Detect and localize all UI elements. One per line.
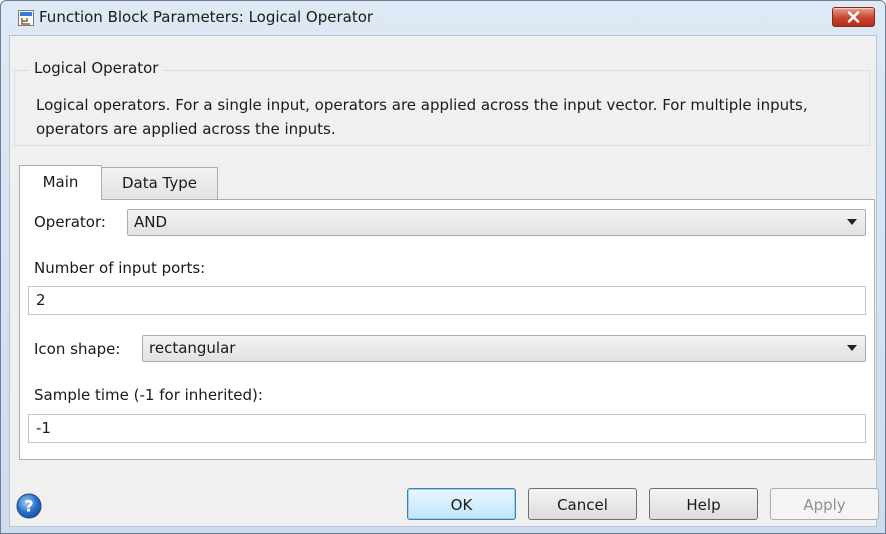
operator-select[interactable]: AND bbox=[127, 209, 866, 236]
num-ports-label: Number of input ports: bbox=[34, 259, 206, 277]
help-button[interactable]: Help bbox=[649, 488, 758, 520]
tab-panel-main: Operator: AND Number of input ports: 2 I… bbox=[19, 199, 875, 460]
help-question-icon[interactable]: ? bbox=[16, 493, 42, 519]
num-ports-value: 2 bbox=[36, 291, 46, 309]
block-description: Logical operators. For a single input, o… bbox=[36, 96, 808, 138]
sample-time-field[interactable]: -1 bbox=[28, 414, 866, 443]
svg-text:?: ? bbox=[24, 497, 33, 516]
apply-button[interactable]: Apply bbox=[770, 488, 879, 520]
block-parameters-icon bbox=[18, 10, 34, 26]
sample-time-value: -1 bbox=[36, 419, 51, 437]
dialog-window: Function Block Parameters: Logical Opera… bbox=[0, 0, 886, 534]
icon-shape-label: Icon shape: bbox=[34, 340, 121, 358]
operator-label: Operator: bbox=[34, 213, 106, 231]
close-button[interactable] bbox=[832, 7, 875, 27]
sample-time-label: Sample time (-1 for inherited): bbox=[34, 386, 263, 404]
title-bar[interactable]: Function Block Parameters: Logical Opera… bbox=[1, 1, 885, 35]
operator-value: AND bbox=[134, 213, 168, 231]
ok-button[interactable]: OK bbox=[407, 488, 516, 520]
tab-main[interactable]: Main bbox=[19, 165, 102, 200]
close-icon bbox=[847, 11, 860, 23]
tab-data-type[interactable]: Data Type bbox=[101, 167, 218, 199]
icon-shape-value: rectangular bbox=[149, 339, 236, 357]
chevron-down-icon bbox=[847, 345, 857, 351]
num-ports-field[interactable]: 2 bbox=[28, 286, 866, 315]
cancel-button[interactable]: Cancel bbox=[528, 488, 637, 520]
chevron-down-icon bbox=[847, 219, 857, 225]
window-title: Function Block Parameters: Logical Opera… bbox=[39, 8, 374, 26]
icon-shape-select[interactable]: rectangular bbox=[142, 335, 866, 362]
group-title: Logical Operator bbox=[30, 59, 163, 77]
